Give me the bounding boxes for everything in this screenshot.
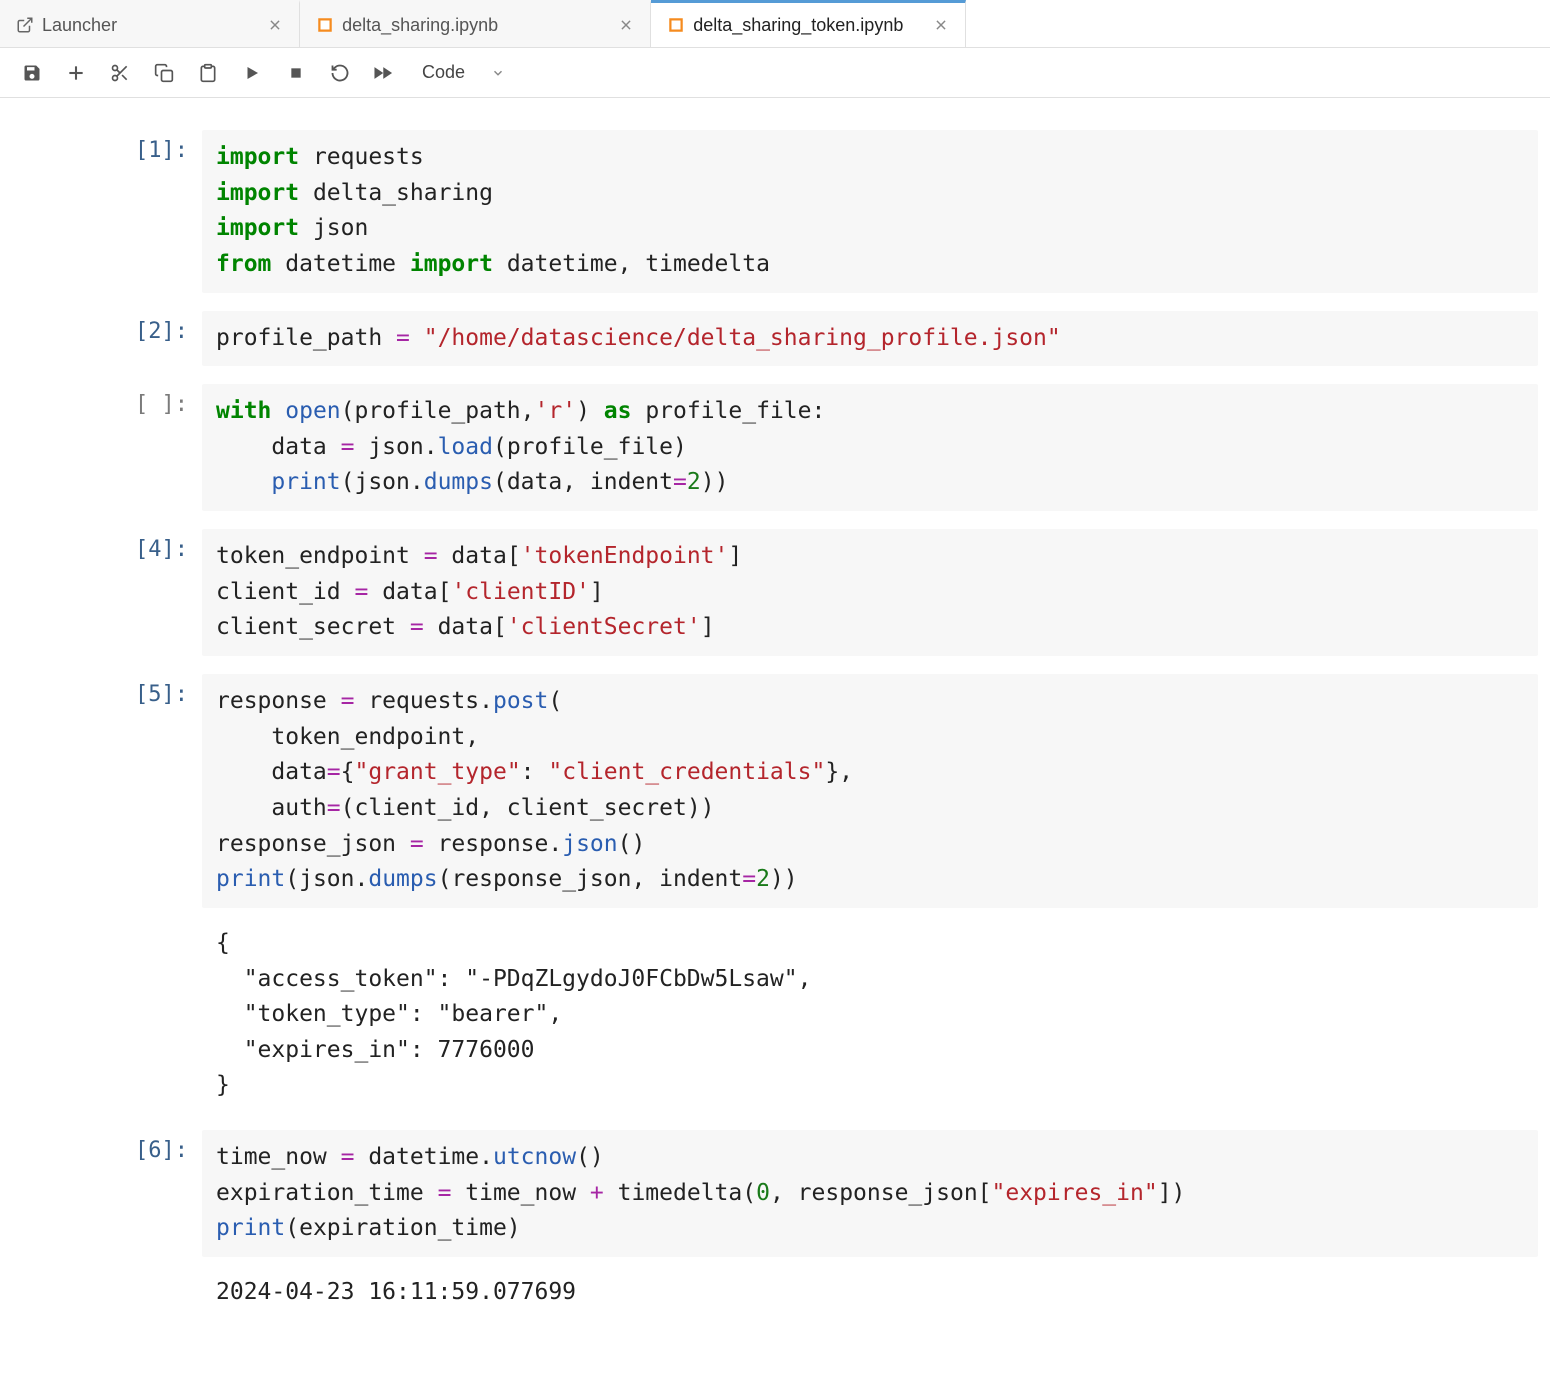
tab-label: delta_sharing.ipynb	[342, 15, 498, 36]
cell-prompt: [4]:	[12, 529, 202, 562]
close-icon[interactable]	[265, 15, 285, 35]
cell-input[interactable]: token_endpoint = data['tokenEndpoint'] c…	[202, 529, 1538, 656]
tab-delta-sharing-token[interactable]: delta_sharing_token.ipynb	[651, 0, 966, 47]
tab-launcher[interactable]: Launcher	[0, 0, 300, 47]
close-icon[interactable]	[931, 15, 951, 35]
cell-prompt: [2]:	[12, 311, 202, 344]
cell-output-row: [5]:{ "access_token": "-PDqZLgydoJ0FCbDw…	[12, 918, 1538, 1108]
notebook-toolbar: Code	[0, 48, 1550, 98]
cell-input[interactable]: import requests import delta_sharing imp…	[202, 130, 1538, 293]
chevron-down-icon	[491, 66, 505, 80]
cell-prompt: [5]:	[12, 674, 202, 707]
cell-input[interactable]: response = requests.post( token_endpoint…	[202, 674, 1538, 908]
tab-label: Launcher	[42, 15, 117, 36]
cell-prompt: [ ]:	[12, 384, 202, 417]
notebook-icon	[667, 16, 685, 34]
run-button[interactable]	[230, 53, 274, 93]
cell-type-select[interactable]: Code	[412, 58, 515, 87]
cell-output: 2024-04-23 16:11:59.077699	[202, 1267, 1538, 1315]
cell-input[interactable]: with open(profile_path,'r') as profile_f…	[202, 384, 1538, 511]
notebook-icon	[316, 16, 334, 34]
close-icon[interactable]	[616, 15, 636, 35]
restart-button[interactable]	[318, 53, 362, 93]
code-cell[interactable]: [2]:profile_path = "/home/datascience/de…	[12, 311, 1538, 367]
cell-input[interactable]: time_now = datetime.utcnow() expiration_…	[202, 1130, 1538, 1257]
save-button[interactable]	[10, 53, 54, 93]
cell-prompt: [6]:	[12, 1130, 202, 1163]
cell-type-label: Code	[422, 62, 465, 83]
tab-bar: Launcher delta_sharing.ipynb delta_shari…	[0, 0, 1550, 48]
cell-output-row: [6]:2024-04-23 16:11:59.077699	[12, 1267, 1538, 1315]
code-cell[interactable]: [6]:time_now = datetime.utcnow() expirat…	[12, 1130, 1538, 1257]
insert-cell-button[interactable]	[54, 53, 98, 93]
interrupt-button[interactable]	[274, 53, 318, 93]
notebook-body: [1]:import requests import delta_sharing…	[0, 98, 1550, 1377]
restart-run-all-button[interactable]	[362, 53, 406, 93]
cut-button[interactable]	[98, 53, 142, 93]
cell-input[interactable]: profile_path = "/home/datascience/delta_…	[202, 311, 1538, 367]
tab-delta-sharing[interactable]: delta_sharing.ipynb	[300, 0, 651, 47]
copy-button[interactable]	[142, 53, 186, 93]
cell-prompt: [1]:	[12, 130, 202, 163]
code-cell[interactable]: [5]:response = requests.post( token_endp…	[12, 674, 1538, 908]
paste-button[interactable]	[186, 53, 230, 93]
tab-label: delta_sharing_token.ipynb	[693, 15, 903, 36]
cell-output: { "access_token": "-PDqZLgydoJ0FCbDw5Lsa…	[202, 918, 1538, 1108]
code-cell[interactable]: [4]:token_endpoint = data['tokenEndpoint…	[12, 529, 1538, 656]
external-link-icon	[16, 16, 34, 34]
code-cell[interactable]: [ ]:with open(profile_path,'r') as profi…	[12, 384, 1538, 511]
code-cell[interactable]: [1]:import requests import delta_sharing…	[12, 130, 1538, 293]
